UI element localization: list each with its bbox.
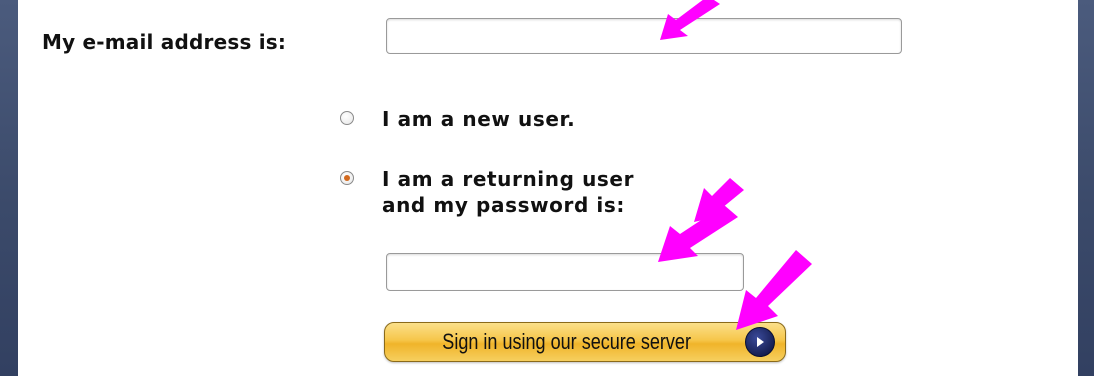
returning-user-label-line1: I am a returning user xyxy=(382,167,635,191)
new-user-radio[interactable] xyxy=(340,111,354,125)
password-field[interactable] xyxy=(386,253,744,291)
returning-user-radio[interactable] xyxy=(340,171,354,185)
returning-user-option[interactable]: I am a returning user and my password is… xyxy=(340,166,634,218)
signin-button-label: Sign in using our secure server xyxy=(442,329,691,354)
returning-user-label-line2: and my password is: xyxy=(382,193,625,217)
email-field[interactable] xyxy=(386,18,902,54)
new-user-option[interactable]: I am a new user. xyxy=(340,106,575,132)
signin-button[interactable]: Sign in using our secure server xyxy=(384,322,786,362)
email-label: My e-mail address is: xyxy=(42,30,287,54)
returning-user-label: I am a returning user and my password is… xyxy=(382,166,634,218)
go-arrow-icon xyxy=(745,327,775,357)
new-user-label: I am a new user. xyxy=(382,107,576,131)
